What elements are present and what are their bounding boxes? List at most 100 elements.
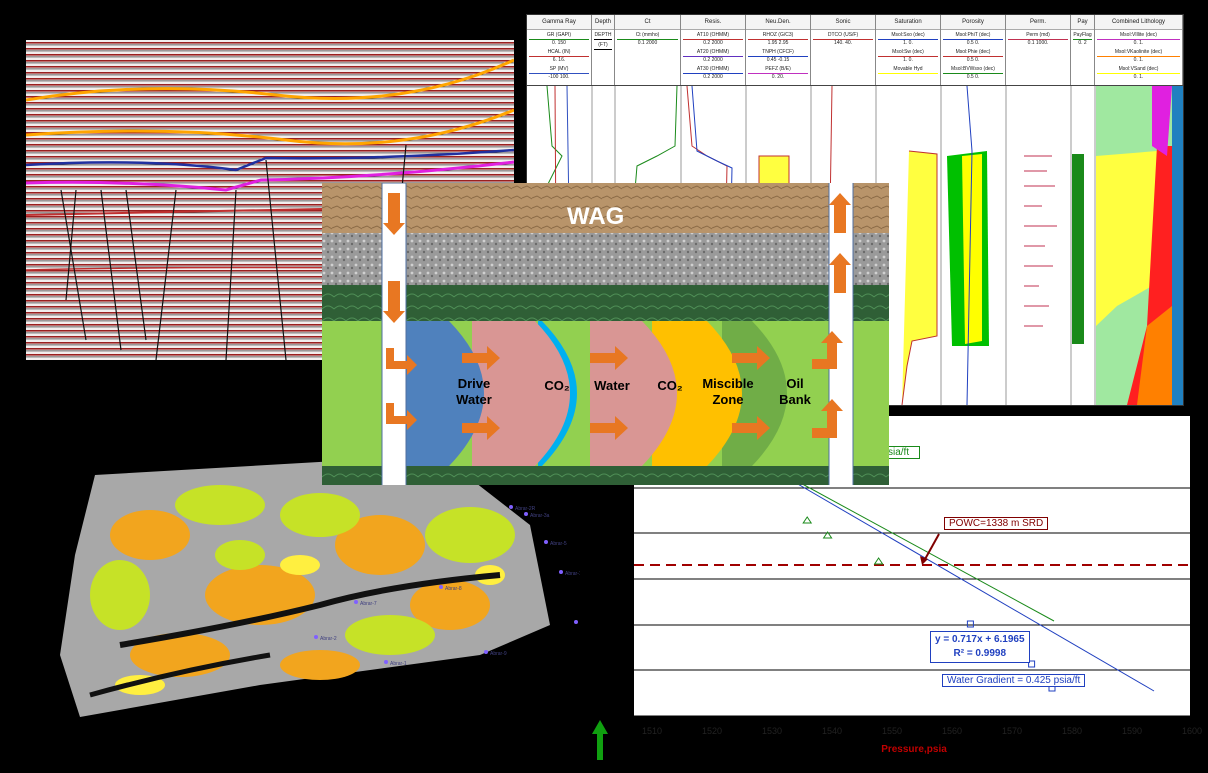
log-curve-label: Msol:Sxo (dec) [891, 32, 925, 38]
log-curve-label: (FT) [598, 42, 608, 48]
log-track-5: Sonic DTCO (US/F) 140. 40. [811, 15, 876, 85]
log-curve-label: AT10 (OHMM) [696, 32, 730, 38]
log-track-title: Combined Lithology [1095, 15, 1182, 30]
log-curve-label: PEFZ (B/E) [765, 66, 791, 72]
log-track-10: Combined Lithology Msol:VIllite (dec) 0. 1… [1095, 15, 1183, 85]
log-curve-scale: 0.2 2000 [703, 40, 723, 46]
x-tick-label: 1520 [702, 726, 722, 736]
log-curve-scale: 6. 16. [552, 57, 566, 63]
wag-title: WAG [567, 203, 625, 230]
log-track-title: Gamma Ray [527, 15, 591, 30]
log-track-0: Gamma Ray GR (GAPI) 0. 150 HCAL (IN) 6. 16. S… [527, 15, 592, 85]
log-curve-label: Msol:PhiT (dec) [955, 32, 991, 38]
x-tick-label: 1560 [942, 726, 962, 736]
log-curve-label: Msol:VKaolinite (dec) [1114, 49, 1163, 55]
well-marker [484, 650, 488, 654]
zone-label-co2-2: CO₂ [657, 378, 683, 393]
well-label: Abrar-2 [320, 636, 337, 642]
equation-text: y = 0.717x + 6.1965 [935, 634, 1025, 645]
log-track-3: Resis. AT10 (OHMM) 0.2 2000 AT20 (OHMM) 0.2 … [681, 15, 746, 85]
log-curve-label: Msol:Sw (dec) [892, 49, 924, 55]
well-marker [559, 570, 563, 574]
regression-box: y = 0.717x + 6.1965 R² = 0.9998 [930, 631, 1030, 663]
x-tick-label: 1600 [1182, 726, 1202, 736]
log-curve-scale: 0. 150 [552, 40, 566, 46]
composite-figure: Abrar-2RAbrar-3aAbrar-5Abrar-11Abrar-17A… [0, 0, 1208, 773]
zone-label-co2-1: CO₂ [544, 378, 570, 393]
log-curve-swatch [878, 73, 938, 74]
log-curve-scale: 0.5 0. [966, 40, 980, 46]
water-point [966, 620, 974, 628]
well-marker [354, 600, 358, 604]
log-curve-scale: 0.1 1000. [1027, 40, 1049, 46]
log-track-title: Ct [615, 15, 680, 30]
log-curve-label: Perm (md) [1026, 32, 1050, 38]
log-curve-scale: 0.1 2000 [637, 40, 658, 46]
log-curve-scale: -100 100. [548, 74, 570, 80]
north-arrow-icon [592, 720, 608, 760]
well-marker [509, 505, 513, 509]
well-label: Abrar-1 [390, 661, 407, 667]
log-curve-label: SP (MV) [549, 66, 569, 72]
log-curve-label: GR (GAPI) [546, 32, 572, 38]
log-curve-label: DEPTH [594, 32, 612, 38]
oil-point [802, 516, 813, 524]
zone-label-water: Water [594, 378, 630, 393]
log-curve-label: AT20 (OHMM) [696, 49, 730, 55]
log-curve-scale: 1.95 2.95 [767, 40, 789, 46]
well-marker [574, 620, 578, 624]
log-curve-label: Msol:Phie (dec) [955, 49, 991, 55]
log-curve-swatch [594, 49, 612, 50]
well-log-header: Gamma Ray GR (GAPI) 0. 150 HCAL (IN) 6. 16. S… [527, 15, 1183, 86]
log-curve-scale: 0. 20. [771, 74, 785, 80]
well-marker [524, 512, 528, 516]
water-gradient-label: Water Gradient = 0.425 psia/ft [942, 674, 1086, 687]
log-curve-scale: 0. 1. [1133, 57, 1144, 63]
well-label: Abrar-9 [490, 651, 507, 657]
x-tick-label: 1510 [642, 726, 662, 736]
log-track-6: Saturation Msol:Sxo (dec) 1. 0. Msol:Sw (de… [876, 15, 941, 85]
log-curve-scale: 0.2 2000 [703, 74, 723, 80]
log-curve-scale: 1. 0. [903, 57, 913, 63]
well-marker [439, 585, 443, 589]
log-track-title: Depth [592, 15, 614, 30]
log-track-title: Sonic [811, 15, 875, 30]
log-track-title: Porosity [941, 15, 1005, 30]
x-axis-label: Pressure,psia [881, 744, 947, 755]
log-track-4: Neu.Den. RHOZ (G/C3) 1.95 2.95 TNPH (CFCF) 0… [746, 15, 811, 85]
log-track-1: Depth DEPTH (FT) [592, 15, 615, 85]
r2-text: R² = 0.9998 [953, 648, 1007, 659]
log-track-title: Resis. [681, 15, 745, 30]
x-tick-label: 1580 [1062, 726, 1082, 736]
well-marker [544, 540, 548, 544]
log-curve-label: AT30 (OHMM) [696, 66, 730, 72]
log-curve-swatch [594, 39, 612, 40]
log-track-title: Saturation [876, 15, 940, 30]
well-label: Abrar-5 [550, 541, 567, 547]
log-curve-scale: 0.5 0. [966, 57, 980, 63]
log-curve-label: RHOZ (G/C3) [762, 32, 794, 38]
well-marker [384, 660, 388, 664]
log-curve-label: TNPH (CFCF) [762, 49, 794, 55]
x-tick-label: 1530 [762, 726, 782, 736]
log-track-8: Perm. Perm (md) 0.1 1000. [1006, 15, 1071, 85]
log-curve-scale: 0.2 2000 [703, 57, 723, 63]
log-curve-label: Ct (mmho) [635, 32, 660, 38]
wag-diagram: WAG Drive Water CO₂ Water CO₂ Miscible Zon… [322, 174, 889, 498]
gradient-label: sia/ft [884, 446, 921, 459]
log-curve-label: Msol:BVWsxo (dec) [951, 66, 995, 72]
log-track-title: Perm. [1006, 15, 1070, 30]
log-curve-label: HCAL (IN) [547, 49, 571, 55]
log-curve-label: Msol:VSand (dec) [1118, 66, 1159, 72]
x-tick-label: 1570 [1002, 726, 1022, 736]
log-curve-label: Movable Hyd [893, 66, 923, 72]
log-track-title: Neu.Den. [746, 15, 810, 30]
log-curve-scale: 0.45 -0.15 [766, 57, 790, 63]
x-tick-label: 1550 [882, 726, 902, 736]
log-curve-label: PayFlag [1073, 32, 1092, 38]
well-label: Abrar-3a [530, 513, 550, 519]
log-track-title: Pay [1071, 15, 1094, 30]
zone-label-miscible-zone: Miscible Zone [702, 376, 754, 407]
well-marker [314, 635, 318, 639]
log-curve-scale: 140. 40. [833, 40, 853, 46]
